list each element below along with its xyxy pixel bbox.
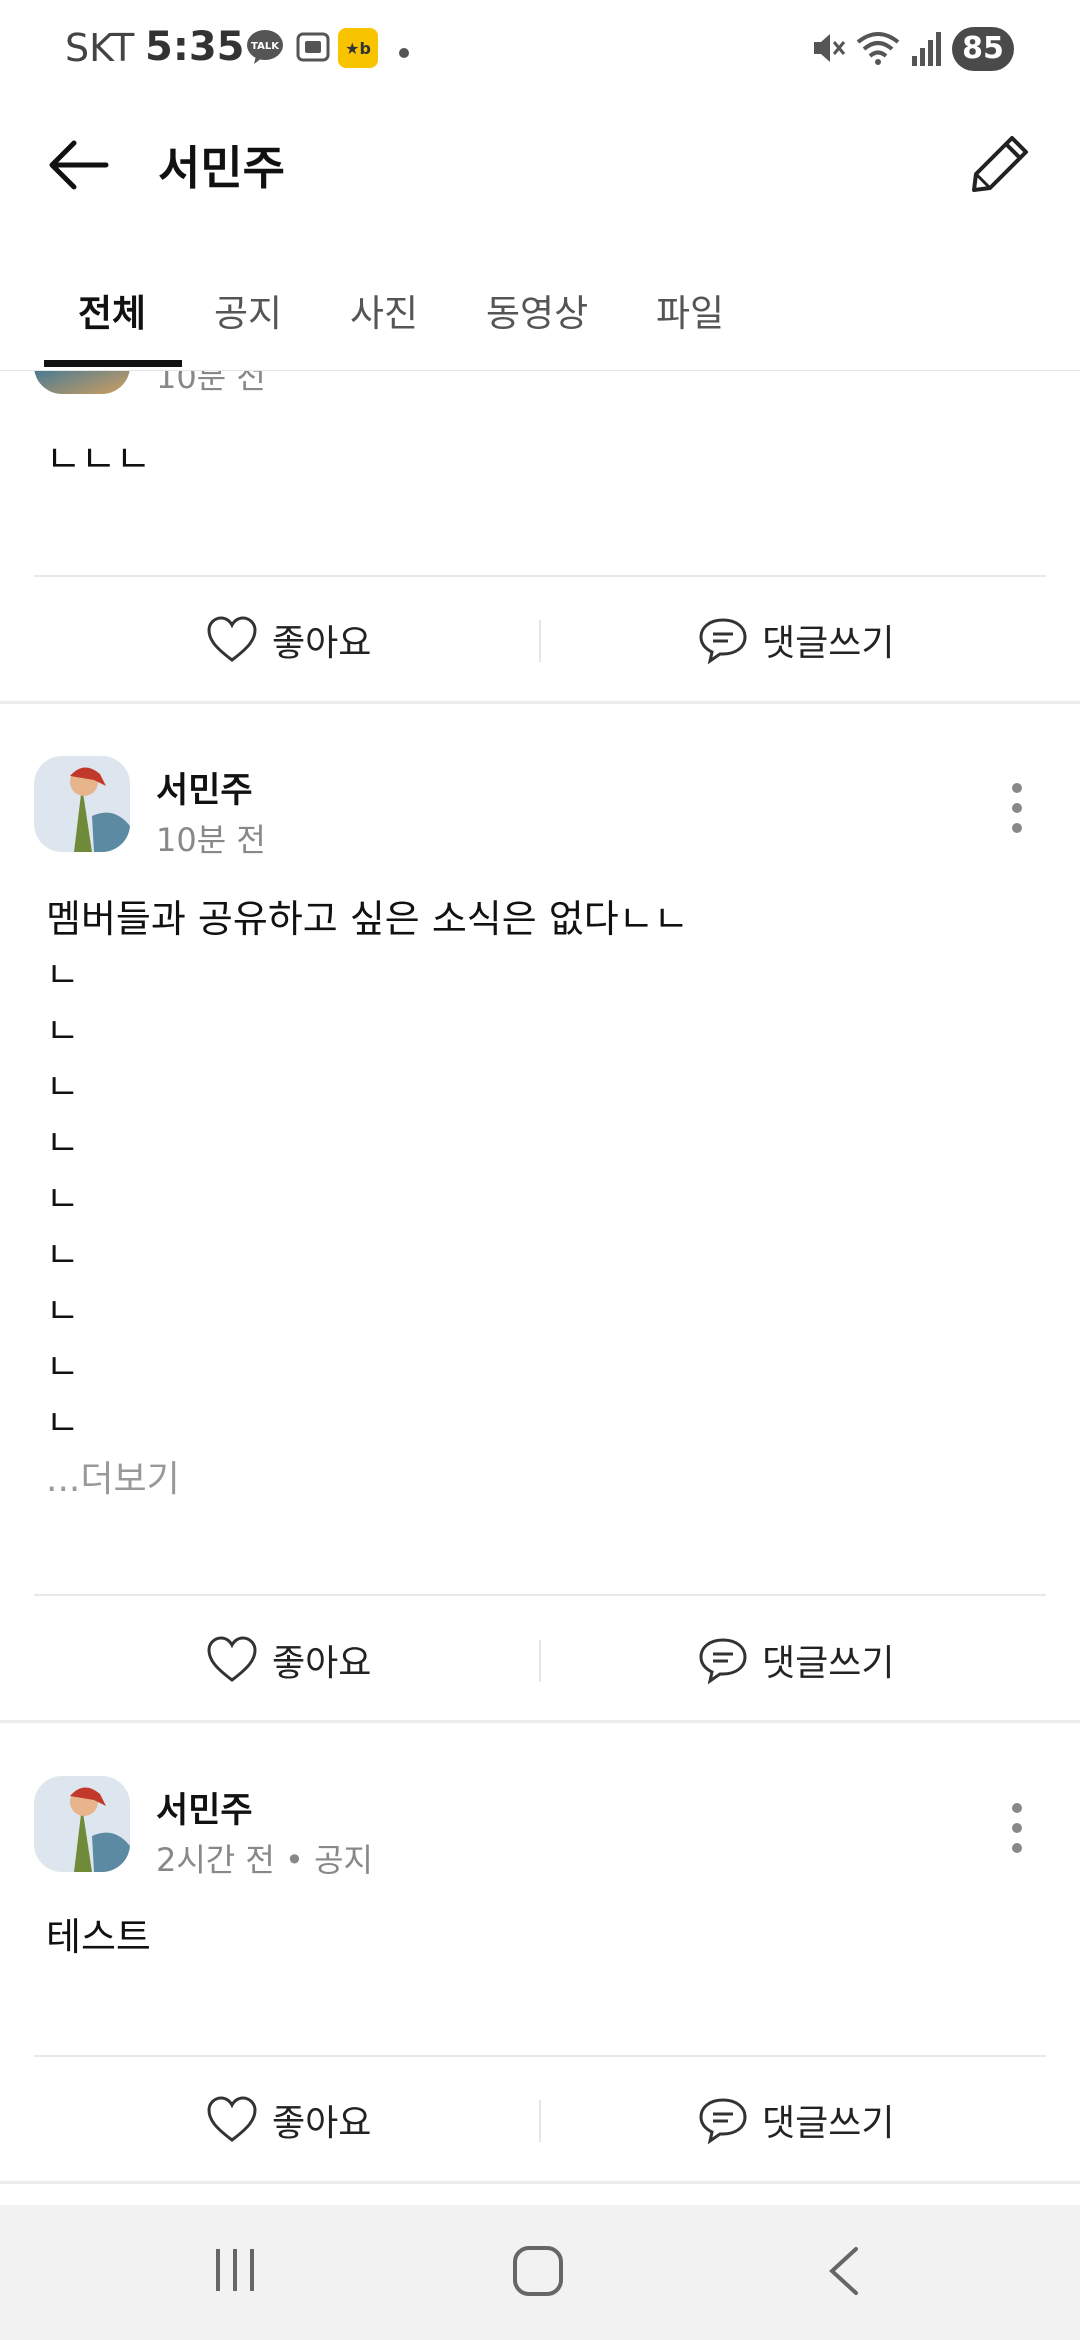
like-button[interactable]: 좋아요 (206, 1630, 371, 1690)
dot-icon (398, 44, 410, 63)
like-label: 좋아요 (272, 623, 372, 664)
page-title: 서민주 (158, 141, 285, 195)
post-body-line: ㄴ (46, 1235, 80, 1276)
post-separator (0, 2181, 1080, 2184)
comment-label: 댓글쓰기 (762, 1643, 895, 1684)
comment-label: 댓글쓰기 (762, 623, 895, 664)
screenshot-icon (294, 28, 332, 70)
author-name[interactable]: 서민주 (156, 1782, 253, 1833)
post-body-line: ㄴ (46, 1011, 80, 1052)
heart-icon (207, 2096, 257, 2142)
comment-label: 댓글쓰기 (762, 2103, 895, 2144)
post-body-line: ㄴ (46, 1123, 80, 1164)
post-body: ㄴㄴㄴ (46, 437, 151, 481)
divider (34, 2055, 1046, 2057)
avatar[interactable] (34, 756, 130, 852)
tab-file[interactable]: 파일 (656, 283, 724, 337)
post-body-line: ㄴ (46, 1179, 80, 1220)
divider (34, 575, 1046, 577)
action-separator (539, 620, 541, 662)
back-nav-icon[interactable] (820, 2245, 870, 2301)
heart-icon (207, 616, 257, 662)
arrow-left-icon[interactable] (44, 130, 114, 200)
status-bar: SKT 5:35 TALK ★b 85 (0, 0, 1080, 100)
tab-video[interactable]: 동영상 (486, 283, 588, 337)
post-time: 10분 전 (156, 821, 266, 859)
signal-icon (910, 28, 942, 72)
tab-all[interactable]: 전체 (78, 283, 146, 337)
comment-button[interactable]: 댓글쓰기 (698, 1630, 894, 1690)
post-body: 멤버들과 공유하고 싶은 소식은 없다ㄴㄴ (46, 897, 689, 941)
recents-icon[interactable] (210, 2245, 260, 2299)
home-icon[interactable] (512, 2245, 564, 2301)
pencil-icon[interactable] (960, 128, 1036, 204)
post-body: 테스트 (46, 1915, 151, 1959)
like-label: 좋아요 (272, 2103, 372, 2144)
post-body-line: ㄴ (46, 1067, 80, 1108)
heart-icon (207, 1636, 257, 1682)
action-separator (539, 1640, 541, 1682)
mute-icon (808, 28, 848, 72)
post-body-line: ㄴ (46, 955, 80, 996)
like-button[interactable]: 좋아요 (206, 610, 371, 670)
avatar[interactable] (34, 1776, 130, 1872)
active-tab-indicator (44, 360, 182, 367)
divider (34, 1594, 1046, 1596)
tab-bar: 전체 공지 사진 동영상 파일 (0, 265, 1080, 371)
comment-icon (699, 1638, 747, 1684)
kakaotalk-icon: TALK (246, 28, 284, 70)
app-header: 서민주 (0, 100, 1080, 230)
wifi-icon (854, 28, 902, 72)
svg-text:★b: ★b (345, 39, 371, 58)
post-separator (0, 1720, 1080, 1723)
post-body-line: ㄴ (46, 1403, 80, 1444)
post-time: 2시간 전 • 공지 (156, 1841, 373, 1879)
post-body-line: ㄴ (46, 1347, 80, 1388)
read-more-link[interactable]: ...더보기 (46, 1450, 180, 1502)
more-vertical-icon[interactable] (1002, 778, 1032, 838)
kb-bank-icon: ★b (338, 28, 378, 72)
action-separator (539, 2100, 541, 2142)
system-nav-bar (0, 2205, 1080, 2340)
comment-button[interactable]: 댓글쓰기 (698, 610, 894, 670)
comment-button[interactable]: 댓글쓰기 (698, 2090, 894, 2150)
carrier-label: SKT (65, 26, 135, 70)
like-label: 좋아요 (272, 1643, 372, 1684)
comment-icon (699, 2098, 747, 2144)
like-button[interactable]: 좋아요 (206, 2090, 371, 2150)
more-vertical-icon[interactable] (1002, 1798, 1032, 1858)
tab-photo[interactable]: 사진 (350, 283, 418, 337)
clock: 5:35 (145, 24, 245, 70)
post-separator (0, 701, 1080, 704)
author-name[interactable]: 서민주 (156, 762, 253, 813)
tab-notice[interactable]: 공지 (214, 283, 282, 337)
post-body-line: ㄴ (46, 1291, 80, 1332)
comment-icon (699, 618, 747, 664)
talk-badge-text: TALK (251, 41, 280, 52)
battery-indicator: 85 (952, 27, 1014, 71)
